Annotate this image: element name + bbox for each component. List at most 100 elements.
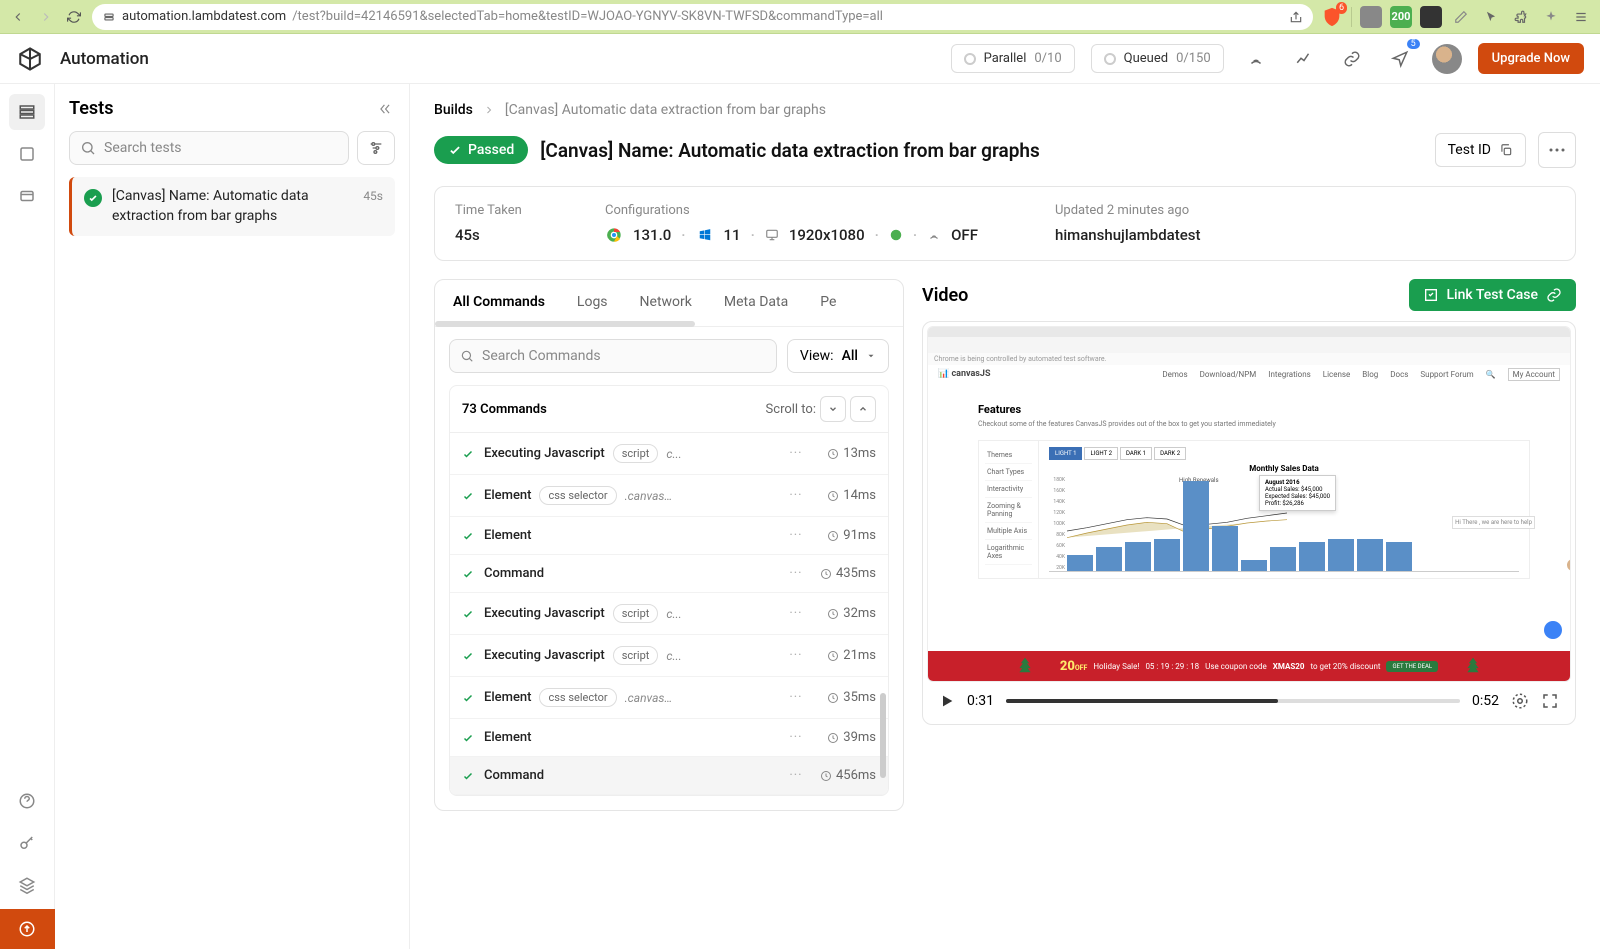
play-button[interactable] xyxy=(939,693,955,709)
chevron-right-icon xyxy=(483,104,495,116)
back-button[interactable] xyxy=(8,7,28,27)
cursor-icon[interactable] xyxy=(1480,6,1502,28)
breadcrumb-builds[interactable]: Builds xyxy=(434,102,473,118)
test-id-button[interactable]: Test ID xyxy=(1435,133,1526,167)
ext-icon-1[interactable] xyxy=(1360,6,1382,28)
tree-icon xyxy=(1466,657,1480,675)
command-row[interactable]: Executing Javascript script c... ··· 32m… xyxy=(450,593,888,635)
tab-network[interactable]: Network xyxy=(636,280,696,326)
command-name: Command xyxy=(484,768,544,783)
link-icon[interactable] xyxy=(1336,43,1368,75)
parallel-status[interactable]: Parallel0/10 xyxy=(951,44,1075,73)
scrollbar-thumb[interactable] xyxy=(880,693,886,778)
command-name: Executing Javascript xyxy=(484,648,605,663)
search-tests-input[interactable]: Search tests xyxy=(69,131,349,165)
url-path: /test?build=42146591&selectedTab=home&te… xyxy=(292,9,883,24)
share-icon[interactable] xyxy=(1289,10,1303,24)
video-frame[interactable]: Chrome is being controlled by automated … xyxy=(927,326,1571,682)
browser-bar: automation.lambdatest.com/test?build=421… xyxy=(0,0,1600,34)
test-list-item[interactable]: [Canvas] Name: Automatic data extraction… xyxy=(69,177,395,236)
command-more-icon[interactable]: ··· xyxy=(786,648,806,663)
forward-button[interactable] xyxy=(36,7,56,27)
command-name: Element xyxy=(484,730,531,745)
extension-icons: 200 xyxy=(1360,6,1592,28)
bar xyxy=(1154,539,1180,571)
link-test-case-button[interactable]: Link Test Case xyxy=(1409,279,1577,311)
video-progress-bar[interactable] xyxy=(1006,699,1460,703)
ai-icon[interactable] xyxy=(1540,6,1562,28)
info-time-value: 45s xyxy=(455,226,575,244)
rail-item-3[interactable] xyxy=(9,178,45,214)
command-more-icon[interactable]: ··· xyxy=(786,690,806,705)
tab-metadata[interactable]: Meta Data xyxy=(720,280,792,326)
reload-button[interactable] xyxy=(64,7,84,27)
command-row[interactable]: Element ··· 39ms xyxy=(450,719,888,757)
help-popup: Hi There , we are here to help xyxy=(1452,516,1535,529)
broadcast-icon[interactable] xyxy=(1240,43,1272,75)
rail-upload-button[interactable] xyxy=(0,909,55,949)
info-config-label: Configurations xyxy=(605,203,1025,218)
speed-icon[interactable] xyxy=(1511,692,1529,710)
scroll-down-button[interactable] xyxy=(820,396,846,422)
command-more-icon[interactable]: ··· xyxy=(786,446,806,461)
command-row[interactable]: Command ··· 435ms xyxy=(450,555,888,593)
edit-icon[interactable] xyxy=(1450,6,1472,28)
command-more-icon[interactable]: ··· xyxy=(786,488,806,503)
command-row[interactable]: Command ··· 456ms xyxy=(450,757,888,795)
collapse-sidebar-icon[interactable] xyxy=(375,99,395,119)
app-header: Automation Parallel0/10 Queued0/150 5 Up… xyxy=(0,34,1600,84)
fullscreen-icon[interactable] xyxy=(1541,692,1559,710)
queued-status[interactable]: Queued0/150 xyxy=(1091,44,1224,73)
command-more-icon[interactable]: ··· xyxy=(786,730,806,745)
tabs-scrollbar[interactable] xyxy=(435,321,695,327)
command-arg: .canvasj... xyxy=(625,691,675,705)
tab-logs[interactable]: Logs xyxy=(573,280,612,326)
upgrade-button[interactable]: Upgrade Now xyxy=(1478,43,1584,74)
rail-item-builds[interactable] xyxy=(9,94,45,130)
command-more-icon[interactable]: ··· xyxy=(786,768,806,783)
command-row[interactable]: Executing Javascript script c... ··· 21m… xyxy=(450,635,888,677)
chart-bars: 180K160K140K120K100K80K60K40K20K High Re… xyxy=(1049,477,1519,572)
help-icon[interactable] xyxy=(9,783,45,819)
more-actions-button[interactable] xyxy=(1538,132,1576,168)
command-row[interactable]: Element ··· 91ms xyxy=(450,517,888,555)
menu-icon[interactable] xyxy=(1570,6,1592,28)
breadcrumb: Builds [Canvas] Automatic data extractio… xyxy=(434,102,1576,118)
command-more-icon[interactable]: ··· xyxy=(786,566,806,581)
check-icon xyxy=(462,568,476,580)
commands-list[interactable]: Executing Javascript script c... ··· 13m… xyxy=(450,433,888,795)
bar xyxy=(1125,542,1151,571)
search-commands-input[interactable]: Search Commands xyxy=(449,339,777,373)
filter-button[interactable] xyxy=(357,131,395,165)
brave-shields-icon[interactable]: 6 xyxy=(1321,6,1343,28)
view-dropdown[interactable]: View: All xyxy=(787,339,889,373)
url-bar[interactable]: automation.lambdatest.com/test?build=421… xyxy=(92,4,1313,30)
command-time: 456ms xyxy=(814,768,876,783)
extensions-icon[interactable] xyxy=(1510,6,1532,28)
command-row[interactable]: Executing Javascript script c... ··· 13m… xyxy=(450,433,888,475)
key-icon[interactable] xyxy=(9,825,45,861)
command-row[interactable]: Element css selector .canvasj... ··· 35m… xyxy=(450,677,888,719)
logo[interactable] xyxy=(16,45,44,73)
features-heading: Features xyxy=(978,403,1530,416)
ext-icon-2[interactable]: 200 xyxy=(1390,6,1412,28)
notifications-icon[interactable]: 5 xyxy=(1384,43,1416,75)
globe-icon xyxy=(889,228,903,242)
stack-icon[interactable] xyxy=(9,867,45,903)
analytics-icon[interactable] xyxy=(1288,43,1320,75)
info-user: himanshujlambdatest xyxy=(1055,226,1555,244)
command-chip: script xyxy=(613,444,659,463)
windows-icon xyxy=(696,226,714,244)
rail-item-2[interactable] xyxy=(9,136,45,172)
command-row[interactable]: Element css selector .canvasj... ··· 14m… xyxy=(450,475,888,517)
ext-icon-3[interactable] xyxy=(1420,6,1442,28)
command-more-icon[interactable]: ··· xyxy=(786,606,806,621)
user-avatar[interactable] xyxy=(1432,44,1462,74)
scroll-up-button[interactable] xyxy=(850,396,876,422)
breadcrumb-current: [Canvas] Automatic data extraction from … xyxy=(505,102,826,118)
command-more-icon[interactable]: ··· xyxy=(786,528,806,543)
tab-more[interactable]: Pe xyxy=(816,280,840,326)
chart-tooltip: August 2016Actual Sales: $45,000Expected… xyxy=(1259,475,1336,511)
command-name: Executing Javascript xyxy=(484,446,605,461)
tab-all-commands[interactable]: All Commands xyxy=(449,280,549,327)
